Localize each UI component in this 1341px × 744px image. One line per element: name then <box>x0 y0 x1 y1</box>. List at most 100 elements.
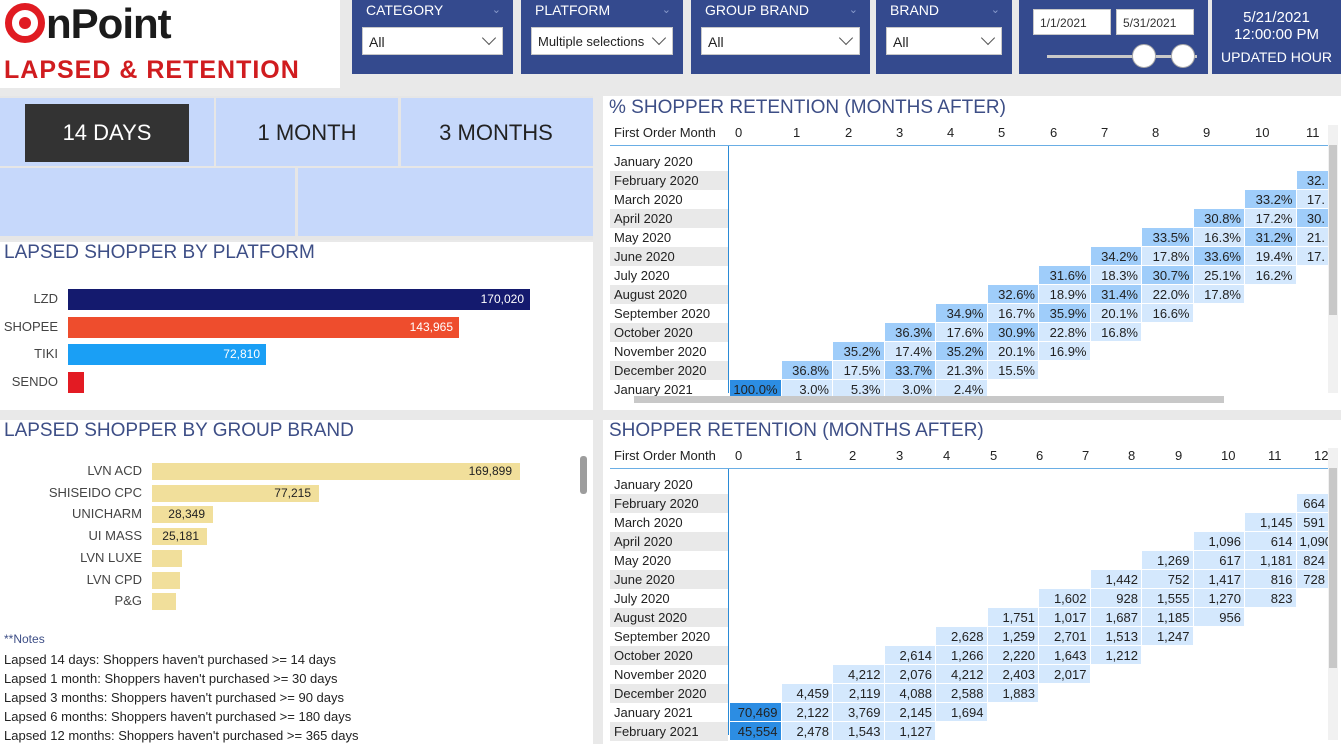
bar-category-label: TIKI <box>34 346 58 362</box>
category-filter: CATEGORY ⌄ All <box>352 0 513 74</box>
platform-select[interactable]: Multiple selections <box>531 27 673 55</box>
matrix-column-header: 9 <box>1203 125 1211 140</box>
matrix-cell: 1,185 <box>1142 608 1193 626</box>
group-brand-bar: 28,349 <box>152 506 213 524</box>
date-slider-end-handle[interactable] <box>1171 44 1195 68</box>
matrix-cell: 1,259 <box>987 627 1038 645</box>
tab-3-months[interactable]: 3 MONTHS <box>420 104 572 162</box>
matrix-cell: 16.7% <box>987 304 1038 322</box>
matrix-column-header: 5 <box>990 448 998 463</box>
matrix-cell: 34.9% <box>936 304 987 322</box>
update-info: 5/21/2021 12:00:00 PM UPDATED HOUR <box>1212 0 1341 74</box>
tab-1-month[interactable]: 1 MONTH <box>240 104 374 162</box>
dropdown-arrow-icon <box>838 30 854 46</box>
count-matrix-vertical-scrollbar[interactable] <box>1328 448 1338 740</box>
tab-14-days[interactable]: 14 DAYS <box>25 104 189 162</box>
chevron-down-icon: ⌄ <box>661 4 671 16</box>
matrix-cell: 1,643 <box>1039 646 1090 664</box>
matrix-cell: 728 <box>1296 570 1328 588</box>
matrix-row-label: March 2020 <box>614 192 683 207</box>
matrix-row-label: November 2020 <box>614 667 707 682</box>
dashboard-root: { "brand": { "logo_text": "nPoint", "das… <box>0 0 1341 744</box>
bar-category-label: SHISEIDO CPC <box>48 484 142 500</box>
scroll-thumb[interactable] <box>1329 145 1337 315</box>
scroll-thumb[interactable] <box>1329 468 1337 668</box>
bar-category-label: UNICHARM <box>71 506 142 522</box>
matrix-column-header: 7 <box>1082 448 1090 463</box>
matrix-cell: 35.2% <box>936 342 987 360</box>
pct-matrix-horizontal-scrollbar[interactable] <box>618 395 1318 405</box>
matrix-cell: 18.9% <box>1039 285 1090 303</box>
matrix-cell: 2,478 <box>781 722 832 740</box>
matrix-cell: 31.4% <box>1090 285 1141 303</box>
matrix-cell: 33.2% <box>1245 190 1296 208</box>
matrix-cell: 1,266 <box>936 646 987 664</box>
brand-chart-scrollbar[interactable] <box>580 456 587 494</box>
matrix-column-header: 4 <box>943 448 951 463</box>
brand-filter-label: BRAND <box>890 2 940 18</box>
group-brand-bar: 77,215 <box>152 484 319 502</box>
matrix-column-header: 1 <box>793 125 801 140</box>
platform-bar: 143,965 <box>68 316 459 338</box>
matrix-cell: 1,096 <box>1193 532 1244 550</box>
bar-category-label: P&G <box>114 593 142 609</box>
group-brand-bar <box>152 593 176 611</box>
matrix-cell: 1,127 <box>884 722 935 740</box>
matrix-header-divider <box>610 468 1328 469</box>
matrix-row-label: January 2021 <box>614 705 693 720</box>
matrix-column-header: 11 <box>1306 125 1320 140</box>
matrix-cell: 17.6% <box>936 323 987 341</box>
matrix-column-header: 0 <box>735 448 743 463</box>
group-brand-select[interactable]: All <box>701 27 860 55</box>
group-brand-bar: 25,181 <box>152 528 207 546</box>
notes-heading: **Notes <box>4 632 45 646</box>
matrix-cell: 816 <box>1245 570 1296 588</box>
group-brand-value: All <box>708 34 724 50</box>
note-line: Lapsed 14 days: Shoppers haven't purchas… <box>4 652 337 667</box>
matrix-column-header: 12 <box>1314 448 1329 463</box>
start-date-input[interactable]: 1/1/2021 <box>1033 9 1111 35</box>
matrix-cell: 25.1% <box>1193 266 1244 284</box>
group-brand-chart-title: LAPSED SHOPPER BY GROUP BRAND <box>4 420 354 441</box>
bar-category-label: UI MASS <box>88 528 142 544</box>
date-slider-start-handle[interactable] <box>1132 44 1156 68</box>
matrix-cell: 4,212 <box>936 665 987 683</box>
update-date: 5/21/2021 <box>1243 9 1310 26</box>
matrix-row-label: January 2020 <box>614 154 693 169</box>
matrix-cell: 17. <box>1296 190 1328 208</box>
scroll-thumb[interactable] <box>634 396 1224 403</box>
matrix-row-label: September 2020 <box>614 306 711 321</box>
category-select[interactable]: All <box>362 27 503 55</box>
matrix-cell: 4,212 <box>833 665 884 683</box>
matrix-cell: 1,513 <box>1090 627 1141 645</box>
matrix-row-label: July 2020 <box>614 268 670 283</box>
matrix-cell: 2,588 <box>936 684 987 702</box>
end-date-input[interactable]: 5/31/2021 <box>1116 9 1194 35</box>
bar-value-label: 72,810 <box>223 347 260 362</box>
brand-select[interactable]: All <box>886 27 1002 55</box>
lapsed-period-tabs: 14 DAYS 1 MONTH 3 MONTHS <box>0 96 593 240</box>
dropdown-arrow-icon <box>651 30 667 46</box>
matrix-column-header: 8 <box>1128 448 1136 463</box>
pct-matrix-vertical-scrollbar[interactable] <box>1328 125 1338 393</box>
matrix-row-label: August 2020 <box>610 608 728 627</box>
bar-value-label: 25,181 <box>162 529 199 544</box>
bar-category-label: SENDO <box>11 374 58 390</box>
matrix-cell: 17.8% <box>1193 285 1244 303</box>
matrix-cell: 16.8% <box>1090 323 1141 341</box>
dropdown-arrow-icon <box>481 30 497 46</box>
matrix-cell: 34.2% <box>1090 247 1141 265</box>
bar-value-label: 28,349 <box>168 507 205 522</box>
group-brand-bar <box>152 549 182 567</box>
matrix-cell: 21. <box>1296 228 1328 246</box>
matrix-cell: 70,469 <box>730 703 781 721</box>
matrix-cell: 30. <box>1296 209 1328 227</box>
onpoint-logo-icon <box>5 3 45 43</box>
matrix-cell: 16.3% <box>1193 228 1244 246</box>
matrix-row-label: November 2020 <box>614 344 707 359</box>
matrix-cell: 30.8% <box>1193 209 1244 227</box>
tab-cell <box>0 168 295 236</box>
matrix-column-header: 3 <box>896 448 904 463</box>
matrix-cell: 2,628 <box>936 627 987 645</box>
matrix-cell: 2,119 <box>833 684 884 702</box>
